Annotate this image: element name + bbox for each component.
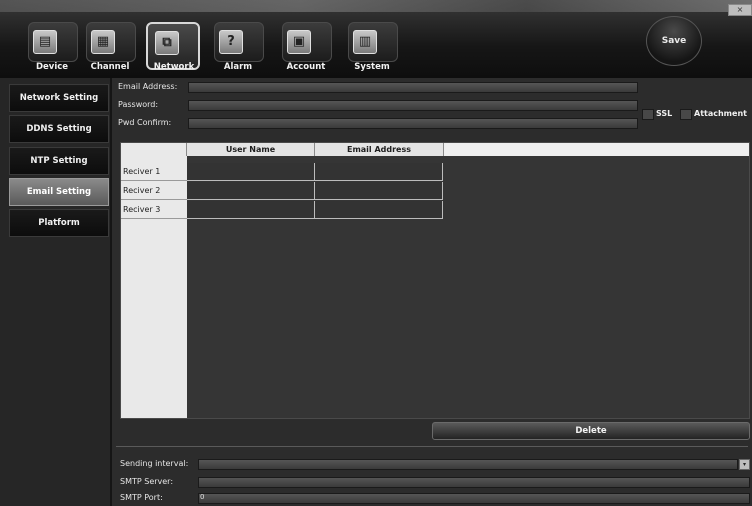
smtp-port-field[interactable] [198,493,750,504]
ssl-checkbox[interactable] [642,109,654,120]
toolbar-alarm-label: Alarm [223,62,253,72]
email-settings-panel: Email Address: Password: Pwd Confirm: SS… [112,78,752,506]
sidebar-item-platform[interactable]: Platform [9,209,109,237]
toolbar-network-label: Network [153,62,195,72]
cell-receiver-2-user-name[interactable] [187,182,315,200]
cell-receiver-1-email[interactable] [315,163,443,181]
toolbar-system[interactable]: ▥ System [340,22,404,76]
top-toolbar: ▤ Device ▦ Channel ⧉ Network ? Alarm ▣ A… [0,0,752,78]
pwd-confirm-field[interactable] [188,118,638,129]
column-header-email-address: Email Address [314,143,444,156]
toolbar-network[interactable]: ⧉ Network [142,22,206,76]
channel-icon: ▦ [91,30,115,54]
alarm-icon: ? [219,30,243,54]
sending-interval-label: Sending interval: [120,459,189,468]
toolbar-alarm[interactable]: ? Alarm [206,22,270,76]
toolbar-account-label: Account [286,62,326,72]
save-button[interactable]: Save [646,16,702,66]
ssl-label: SSL [656,109,673,118]
cell-receiver-3-email[interactable] [315,201,443,219]
toolbar-device[interactable]: ▤ Device [20,22,84,76]
cell-receiver-3-user-name[interactable] [187,201,315,219]
column-header-user-name: User Name [186,143,315,156]
smtp-port-label: SMTP Port: [120,493,163,502]
network-icon: ⧉ [155,31,179,55]
sending-interval-dropdown[interactable] [198,459,738,470]
toolbar-account[interactable]: ▣ Account [274,22,338,76]
toolbar-channel[interactable]: ▦ Channel [78,22,142,76]
smtp-server-field[interactable] [198,477,750,488]
section-divider [116,446,748,447]
receivers-table: User Name Email Address Reciver 1 Recive… [120,142,750,419]
device-icon: ▤ [33,30,57,54]
delete-button[interactable]: Delete [432,422,750,440]
row-label-receiver-2: Reciver 2 [121,182,187,200]
cell-receiver-1-user-name[interactable] [187,163,315,181]
password-label: Password: [118,100,159,109]
app-window: ▤ Device ▦ Channel ⧉ Network ? Alarm ▣ A… [0,0,752,506]
smtp-port-value: 0 [200,493,205,501]
toolbar-channel-label: Channel [90,62,130,72]
attachment-checkbox[interactable] [680,109,692,120]
email-address-field[interactable] [188,82,638,93]
toolbar-system-label: System [354,62,390,72]
password-field[interactable] [188,100,638,111]
smtp-server-label: SMTP Server: [120,477,174,486]
sidebar-item-email-setting[interactable]: Email Setting [9,178,109,206]
cell-receiver-2-email[interactable] [315,182,443,200]
row-label-receiver-3: Reciver 3 [121,201,187,219]
close-icon[interactable]: × [728,4,752,16]
sidebar-item-ddns-setting[interactable]: DDNS Setting [9,115,109,143]
sidebar-item-ntp-setting[interactable]: NTP Setting [9,147,109,175]
account-icon: ▣ [287,30,311,54]
sidebar: Network Setting DDNS Setting NTP Setting… [0,78,112,506]
pwd-confirm-label: Pwd Confirm: [118,118,172,127]
system-icon: ▥ [353,30,377,54]
sidebar-item-network-setting[interactable]: Network Setting [9,84,109,112]
email-address-label: Email Address: [118,82,178,91]
row-label-receiver-1: Reciver 1 [121,163,187,181]
chevron-down-icon[interactable]: ▾ [739,459,750,470]
attachment-label: Attachment [694,109,747,118]
toolbar-device-label: Device [35,62,69,72]
